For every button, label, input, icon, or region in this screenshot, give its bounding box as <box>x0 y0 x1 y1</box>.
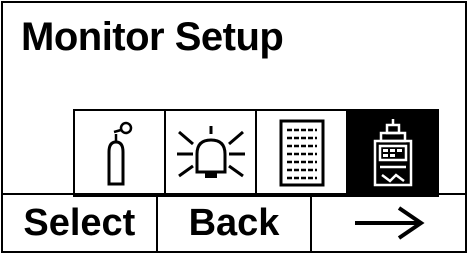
menu-item-instrument[interactable] <box>346 109 439 197</box>
menu-item-cylinder[interactable] <box>73 109 166 197</box>
softkey-bar: Select Back <box>3 193 465 251</box>
select-softkey[interactable]: Select <box>3 195 156 251</box>
right-arrow-icon <box>354 206 425 240</box>
menu-item-datalog[interactable] <box>255 109 348 197</box>
page-title: Monitor Setup <box>21 15 284 59</box>
next-softkey[interactable] <box>310 195 465 251</box>
gas-cylinder-icon <box>107 121 132 186</box>
back-softkey[interactable]: Back <box>155 195 311 251</box>
alarm-bell-icon <box>176 126 245 178</box>
monitor-screen: Monitor Setup Select Back <box>1 1 467 253</box>
datalog-sheet-icon <box>279 119 324 187</box>
menu-icon-bar <box>73 109 445 197</box>
instrument-settings-icon <box>373 119 412 187</box>
menu-item-alarms[interactable] <box>164 109 257 197</box>
